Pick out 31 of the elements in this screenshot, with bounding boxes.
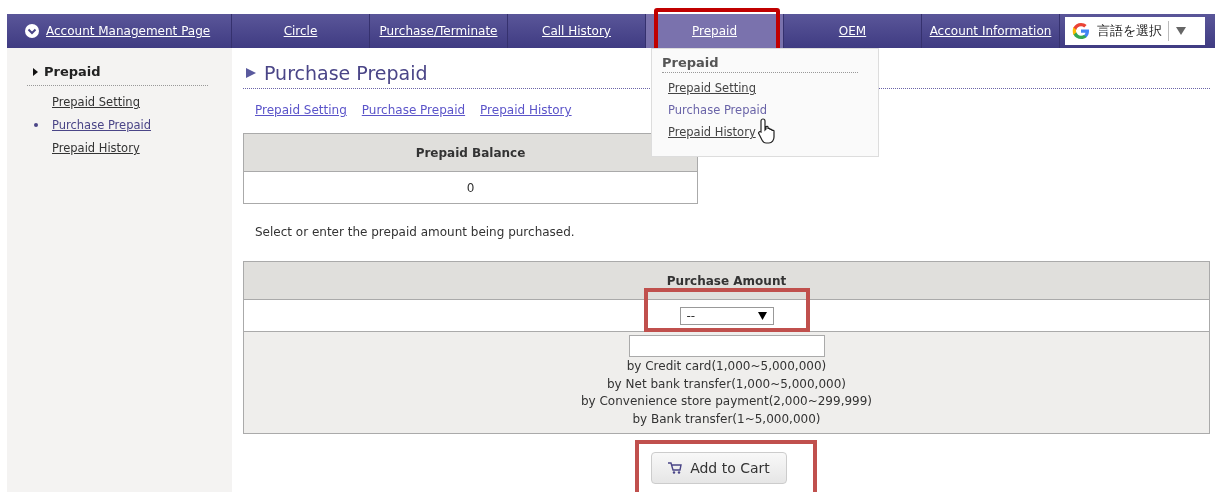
sidebar-link[interactable]: Purchase Prepaid	[52, 118, 151, 132]
payment-method-text: by Credit card(1,000~5,000,000)	[625, 358, 828, 375]
sidebar-link[interactable]: Prepaid Setting	[52, 95, 140, 109]
table-cell: 0	[243, 171, 698, 204]
add-to-cart-button[interactable]: Add to Cart	[651, 452, 787, 484]
g-logo-icon	[1071, 21, 1091, 41]
table-header: Purchase Amount	[243, 261, 1210, 300]
page-link[interactable]: Prepaid Setting	[255, 103, 347, 117]
nav-tab[interactable]: Purchase/Terminate	[370, 14, 508, 48]
page-link[interactable]: Purchase Prepaid	[361, 103, 466, 117]
title-text: Purchase Prepaid	[264, 62, 428, 84]
menu-heading: Prepaid	[662, 55, 858, 73]
payment-method-text: by Bank transfer(1~5,000,000)	[631, 410, 822, 428]
triangle-icon	[245, 67, 257, 79]
nav-tab[interactable]: Circle	[232, 14, 370, 48]
dropdown-arrow-icon	[1175, 26, 1187, 36]
amount-input[interactable]	[628, 335, 825, 357]
nav-tab[interactable]: Prepaid	[646, 14, 784, 48]
instruction-text: Select or enter the prepaid amount being purchased.	[255, 225, 576, 239]
nav-tab[interactable]: Account Information	[922, 14, 1060, 48]
language-select[interactable]: 言語を選択	[1065, 17, 1205, 45]
sidebar-heading: Prepaid	[27, 64, 208, 86]
dropdown-arrow-icon	[757, 311, 767, 320]
sidebar-link[interactable]: Prepaid History	[52, 141, 140, 155]
page-link[interactable]: Prepaid History	[480, 103, 572, 117]
payment-method-text: by Convenience store payment(2,000~299,999)	[579, 393, 874, 410]
menu-item[interactable]: Prepaid Setting	[668, 81, 756, 95]
amount-select[interactable]: --	[679, 306, 774, 325]
cart-icon	[668, 462, 683, 474]
payment-method-text: by Net bank transfer(1,000~5,000,000)	[606, 375, 847, 393]
menu-item[interactable]: Purchase Prepaid	[668, 103, 767, 117]
